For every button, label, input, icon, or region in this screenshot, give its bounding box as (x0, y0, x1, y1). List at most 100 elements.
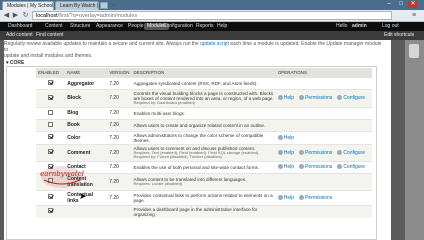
enabled-cell (36, 189, 66, 206)
toolbar-item-reports[interactable]: Reports (196, 22, 214, 31)
edit-shortcuts-link[interactable]: Edit shortcuts (384, 31, 414, 40)
op-link[interactable]: Permissions (299, 164, 332, 170)
op-label: Help (283, 164, 295, 171)
enable-checkbox[interactable] (48, 80, 54, 85)
user-link[interactable]: admin (352, 22, 367, 31)
toolbar-item-content[interactable]: Content (45, 22, 63, 31)
enable-checkbox[interactable] (48, 194, 54, 200)
op-link[interactable]: Help (277, 194, 294, 201)
toolbar-item-people[interactable]: People (128, 22, 144, 31)
op-link[interactable]: Configure (337, 149, 365, 156)
op-label: Help (283, 95, 295, 102)
url-input[interactable]: localhost/first/?q=overlay=admin/modules (32, 11, 392, 20)
minimize-icon[interactable]: – (384, 1, 394, 8)
update-script-link[interactable]: update script (200, 41, 229, 47)
module-name: Block (65, 89, 108, 108)
col-name: NAME (65, 68, 108, 78)
module-version: 7.20 (107, 130, 132, 145)
close-window-icon[interactable]: ✕ (408, 1, 418, 8)
op-link[interactable]: Help (277, 95, 295, 102)
enable-checkbox[interactable] (48, 94, 54, 100)
module-version: 7.20 (107, 143, 132, 162)
module-description-cell: Enables the use of both personal and sit… (131, 160, 276, 174)
browser-window: Modules | My School× Learn By Watch | ne… (0, 0, 424, 240)
help-icon (277, 149, 283, 155)
module-name: Book (65, 118, 108, 132)
module-description-cell: Provides contextual links to perform act… (131, 189, 276, 206)
op-link[interactable]: Configure (337, 95, 365, 101)
enabled-cell (36, 106, 66, 120)
op-link[interactable]: Help (277, 164, 295, 171)
module-description-cell: Allows users to comment on and discuss p… (131, 143, 276, 162)
url-host: localhost (36, 13, 58, 19)
operations-cell (275, 77, 372, 90)
enable-checkbox[interactable] (48, 149, 54, 155)
forward-icon[interactable]: ▶ (11, 11, 20, 20)
tab-bar: Modules | My School× Learn By Watch | ne… (0, 0, 424, 10)
module-version: 7.20 (107, 118, 132, 132)
close-icon[interactable]: × (112, 3, 115, 9)
shortcuts-bar: Add content Find content Edit shortcuts (0, 31, 424, 40)
col-operations: OPERATIONS (275, 68, 372, 78)
permissions-icon (299, 95, 305, 101)
module-version: 7.20 (107, 172, 132, 191)
tab-modules[interactable]: Modules | My School× (2, 1, 59, 10)
shortcut-find-content[interactable]: Find content (36, 31, 64, 40)
help-text: Regularly review available updates to ma… (4, 41, 384, 59)
tab-learnbywatch[interactable]: Learn By Watch | ne... × (55, 1, 115, 10)
url-path: /first/?q=overlay=admin/modules (57, 13, 138, 19)
scrollbar-thumb[interactable] (409, 44, 419, 58)
table-row: Blog 7.20 Enables multi-user blogs. (36, 106, 372, 120)
operations-cell (275, 118, 372, 132)
enable-checkbox[interactable] (48, 109, 54, 115)
module-name: Color (65, 130, 108, 145)
operations-cell: Help Permissions (275, 189, 372, 206)
module-version: 7.20 (107, 106, 132, 120)
help-icon (277, 95, 283, 101)
module-requirements: Required by: Dashboard (enabled) (133, 100, 195, 105)
module-description: Allows administrators to change the colo… (133, 132, 264, 143)
op-link[interactable]: Permissions (299, 149, 333, 156)
module-description: Provides contextual links to perform act… (133, 192, 273, 203)
op-label: Help (283, 134, 295, 141)
module-name: Aggregator (65, 77, 108, 90)
toolbar-item-structure[interactable]: Structure (70, 22, 90, 31)
op-label: Configure (343, 149, 365, 156)
maximize-icon[interactable]: □ (396, 1, 406, 8)
back-icon[interactable]: ◀ (2, 11, 11, 20)
op-label: Permissions (305, 95, 333, 102)
toolbar-item-dashboard[interactable]: Dashboard (8, 22, 32, 31)
op-label: Permissions (305, 149, 333, 156)
table-row: Block 7.20 Controls the visual building bl… (36, 89, 372, 108)
module-description: Aggregates syndicated content (RSS, RDF,… (133, 81, 258, 86)
operations-cell (275, 106, 372, 120)
table-row: Content translation 7.20 Allows content to… (36, 172, 372, 191)
module-description-cell: Controls the visual building blocks a pa… (131, 89, 276, 108)
op-link[interactable]: Help (277, 134, 295, 141)
op-link[interactable]: Configure (337, 164, 365, 170)
enable-checkbox[interactable] (48, 121, 54, 127)
scrollbar[interactable] (405, 40, 424, 240)
toolbar-item-appearance[interactable]: Appearance (96, 22, 123, 31)
op-link[interactable]: Permissions (299, 194, 333, 201)
toolbar-item-configuration[interactable]: Configuration (163, 22, 193, 31)
toolbar-item-help[interactable]: Help (217, 22, 227, 31)
op-label: Configure (343, 164, 365, 171)
enable-checkbox[interactable] (48, 134, 54, 140)
logout-link[interactable]: Log out (382, 22, 399, 31)
reload-icon[interactable]: ↻ (21, 11, 30, 20)
table-row: Provides a dashboard page in the adminis… (36, 204, 372, 218)
browser-menu-icon[interactable]: ≡ (412, 12, 420, 19)
enabled-cell (36, 77, 66, 90)
help-text-a: Regularly review available updates to ma… (4, 41, 199, 47)
new-tab-button[interactable] (100, 2, 108, 9)
operations-cell: Help (275, 130, 372, 145)
module-name (65, 204, 108, 218)
shortcut-add-content[interactable]: Add content (6, 31, 33, 40)
op-label: Permissions (305, 194, 333, 201)
op-link[interactable]: Help (277, 149, 294, 156)
module-description-cell: Allows administrators to change the colo… (131, 130, 276, 145)
op-link[interactable]: Permissions (299, 95, 332, 101)
enable-checkbox[interactable] (48, 208, 54, 214)
module-version (107, 204, 132, 218)
